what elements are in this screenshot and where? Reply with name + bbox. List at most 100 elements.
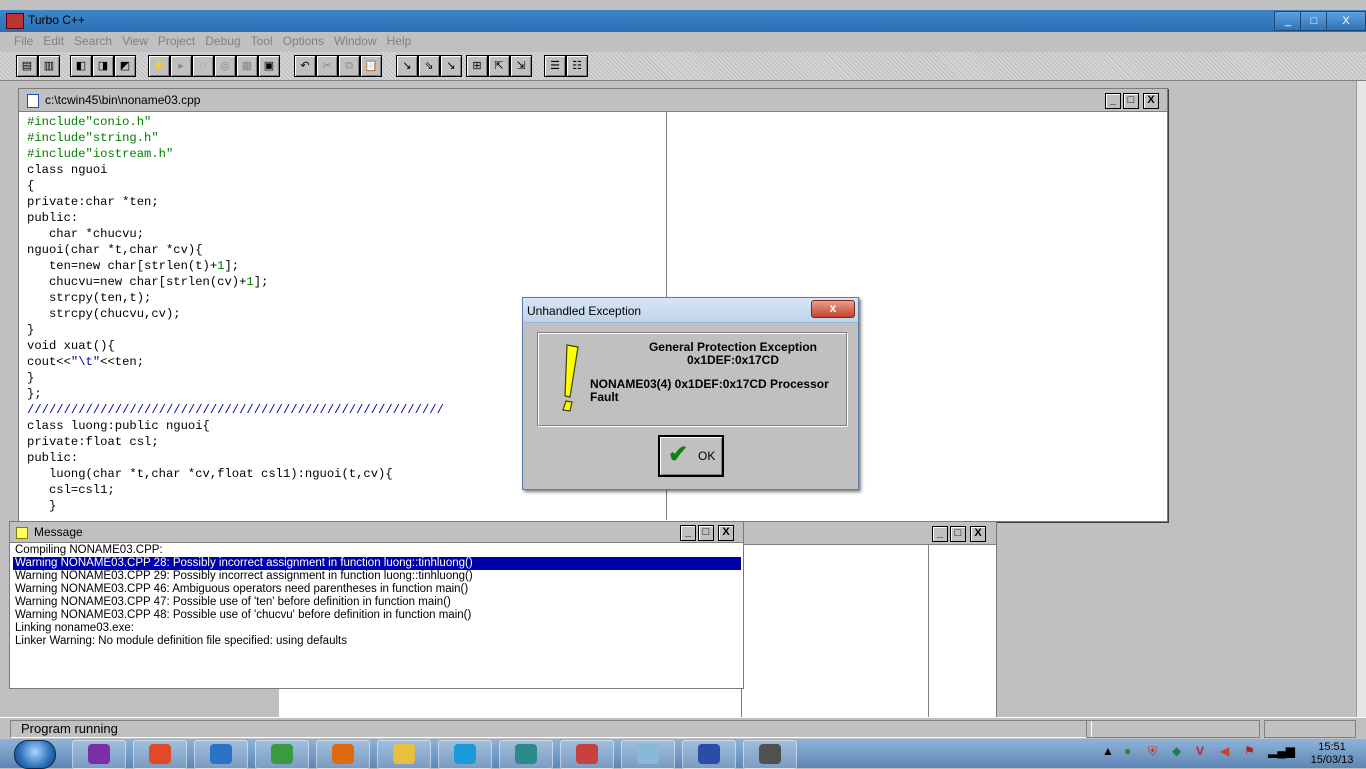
- menu-tool[interactable]: Tool: [246, 32, 278, 50]
- taskbar-button[interactable]: [316, 740, 370, 769]
- menu-options[interactable]: Options: [278, 32, 329, 50]
- exclamation-icon: [562, 344, 579, 412]
- next-icon[interactable]: ⇱: [488, 55, 510, 77]
- vertical-scrollbar[interactable]: [1356, 81, 1366, 717]
- message-icon: [16, 527, 28, 539]
- volume-icon[interactable]: ◀: [1220, 744, 1229, 758]
- windows-taskbar: ▲ ● ⛨ ◆ V ◀ ⚑ ▂▄▆ 15:51 15/03/13: [0, 739, 1366, 769]
- message-line[interactable]: Warning NONAME03.CPP 28: Possibly incorr…: [13, 557, 741, 570]
- project-icon[interactable]: ☷: [566, 55, 588, 77]
- menu-file[interactable]: File: [0, 32, 38, 50]
- code-token: public:: [27, 211, 79, 225]
- close-button[interactable]: X: [1326, 11, 1366, 31]
- unhandled-exception-dialog[interactable]: Unhandled Exception x General Protection…: [522, 297, 859, 490]
- menu-debug[interactable]: Debug: [200, 32, 245, 50]
- secondary-close-button[interactable]: X: [970, 526, 986, 542]
- previous-icon[interactable]: ⇲: [510, 55, 532, 77]
- signal-icon[interactable]: ▂▄▆: [1268, 744, 1295, 758]
- editor-title-bar[interactable]: c:\tcwin45\bin\noname03.cpp _ □ X: [19, 89, 1167, 112]
- ok-button[interactable]: ✔ OK: [659, 436, 723, 476]
- message-line[interactable]: Compiling NONAME03.CPP:: [13, 544, 741, 557]
- system-clock[interactable]: 15:51 15/03/13: [1302, 741, 1362, 767]
- paste-icon[interactable]: 📋: [360, 55, 382, 77]
- message-line[interactable]: Linker Warning: No module definition fil…: [13, 635, 741, 648]
- message-window[interactable]: Message _ □ X Compiling NONAME03.CPP: War…: [9, 521, 744, 689]
- message-icon[interactable]: ☰: [544, 55, 566, 77]
- message-line[interactable]: Linking noname03.exe:: [13, 622, 741, 635]
- show-hidden-icons-icon[interactable]: ▲: [1102, 744, 1114, 758]
- v-tray-icon[interactable]: V: [1196, 744, 1204, 758]
- build-icon[interactable]: ◩: [114, 55, 136, 77]
- search-icon[interactable]: ↘: [396, 55, 418, 77]
- ok-button-label: OK: [698, 449, 716, 463]
- taskbar-button[interactable]: [377, 740, 431, 769]
- taskbar-button[interactable]: [255, 740, 309, 769]
- secondary-window-title-bar[interactable]: _ □ X: [742, 522, 996, 545]
- code-token: void xuat(){: [27, 339, 115, 353]
- editor-minimize-button[interactable]: _: [1105, 93, 1121, 109]
- message-list[interactable]: Compiling NONAME03.CPP: Warning NONAME03.…: [13, 544, 741, 648]
- menu-search[interactable]: Search: [69, 32, 117, 50]
- dialog-close-button[interactable]: x: [811, 300, 855, 318]
- taskbar-button[interactable]: [499, 740, 553, 769]
- chrome-icon: [149, 744, 171, 764]
- evaluate-icon[interactable]: ▣: [258, 55, 280, 77]
- taskbar-button[interactable]: [72, 740, 126, 769]
- security-tray-icon[interactable]: ⚑: [1244, 744, 1255, 758]
- tray-app-icon[interactable]: ●: [1124, 744, 1131, 758]
- message-title-bar[interactable]: Message _ □ X: [10, 522, 743, 543]
- antivirus-icon[interactable]: ⛨: [1148, 744, 1157, 759]
- start-button[interactable]: [14, 740, 56, 769]
- exception-heading: General Protection Exception: [648, 340, 818, 354]
- inspect-icon[interactable]: ▦: [236, 55, 258, 77]
- menu-project[interactable]: Project: [153, 32, 200, 50]
- trace-icon[interactable]: ◌: [192, 55, 214, 77]
- taskbar-button[interactable]: [194, 740, 248, 769]
- editor-close-button[interactable]: X: [1143, 93, 1159, 109]
- message-minimize-button[interactable]: _: [680, 525, 696, 541]
- taskbar-button[interactable]: [438, 740, 492, 769]
- open-file-icon[interactable]: ▤: [16, 55, 38, 77]
- step-icon[interactable]: ▸: [170, 55, 192, 77]
- menu-window[interactable]: Window: [329, 32, 382, 50]
- network-tray-icon[interactable]: ◆: [1172, 744, 1181, 758]
- menu-help[interactable]: Help: [382, 32, 417, 50]
- compile-icon[interactable]: ◧: [70, 55, 92, 77]
- copy-icon[interactable]: ⧉: [338, 55, 360, 77]
- search-again-icon[interactable]: ↘: [440, 55, 462, 77]
- yahoo-messenger-icon: [88, 744, 110, 764]
- app-title-bar[interactable]: Turbo C++ _ □ X: [0, 10, 1366, 32]
- cut-icon[interactable]: ✂: [316, 55, 338, 77]
- app-title: Turbo C++: [28, 13, 85, 27]
- undo-icon[interactable]: ↶: [294, 55, 316, 77]
- menu-view[interactable]: View: [117, 32, 153, 50]
- dialog-title-bar[interactable]: Unhandled Exception x: [523, 298, 858, 323]
- replace-icon[interactable]: ⇘: [418, 55, 440, 77]
- message-line[interactable]: Warning NONAME03.CPP 47: Possible use of…: [13, 596, 741, 609]
- code-line: ten=new char[strlen(t)+1];: [27, 258, 657, 274]
- network-icon: [271, 744, 293, 764]
- message-close-button[interactable]: X: [718, 525, 734, 541]
- message-maximize-button[interactable]: □: [698, 525, 714, 541]
- browse-icon[interactable]: ⊞: [466, 55, 488, 77]
- editor-maximize-button[interactable]: □: [1123, 93, 1139, 109]
- make-icon[interactable]: ◨: [92, 55, 114, 77]
- save-file-icon[interactable]: ▥: [38, 55, 60, 77]
- message-line[interactable]: Warning NONAME03.CPP 29: Possibly incorr…: [13, 570, 741, 583]
- menu-edit[interactable]: Edit: [38, 32, 69, 50]
- message-line[interactable]: Warning NONAME03.CPP 46: Ambiguous opera…: [13, 583, 741, 596]
- goto-cursor-icon[interactable]: ◎: [214, 55, 236, 77]
- code-line: char *chucvu;: [27, 226, 657, 242]
- run-icon[interactable]: ⚡: [148, 55, 170, 77]
- minimize-button[interactable]: _: [1274, 11, 1302, 31]
- message-line[interactable]: Warning NONAME03.CPP 48: Possible use of…: [13, 609, 741, 622]
- secondary-window[interactable]: _ □ X: [741, 521, 997, 719]
- secondary-maximize-button[interactable]: □: [950, 526, 966, 542]
- taskbar-button[interactable]: [682, 740, 736, 769]
- taskbar-button[interactable]: [743, 740, 797, 769]
- taskbar-button[interactable]: [621, 740, 675, 769]
- taskbar-button[interactable]: [133, 740, 187, 769]
- taskbar-button[interactable]: [560, 740, 614, 769]
- secondary-minimize-button[interactable]: _: [932, 526, 948, 542]
- restore-button[interactable]: □: [1300, 11, 1328, 31]
